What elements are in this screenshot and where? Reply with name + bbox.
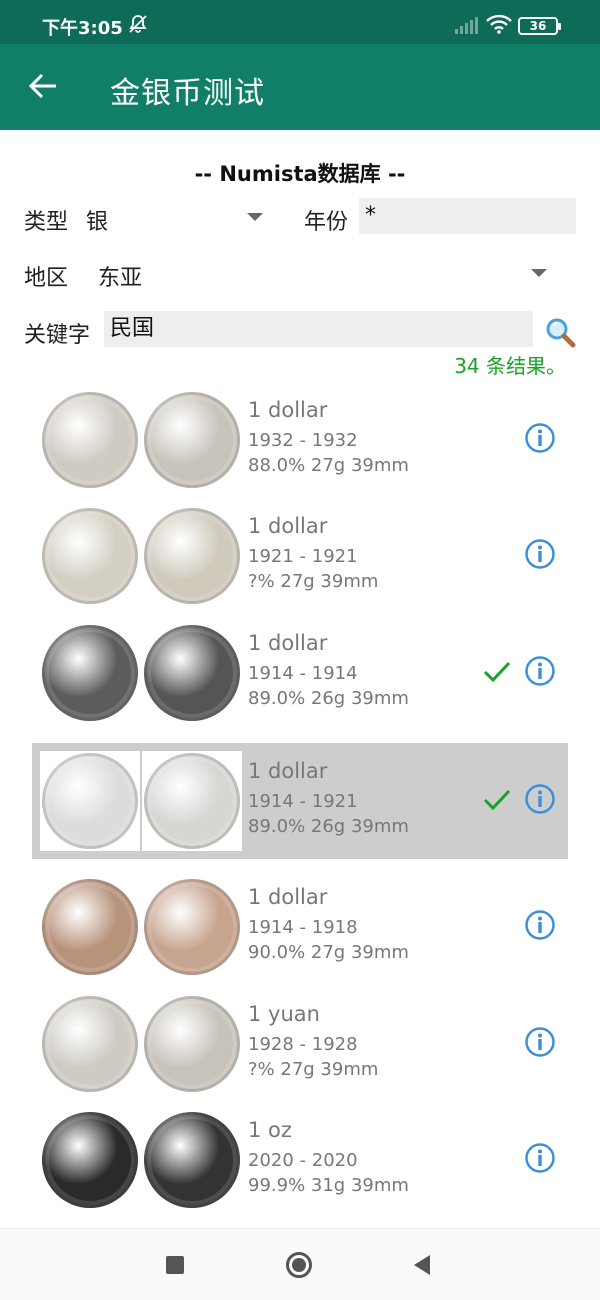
year-input[interactable]: * — [359, 198, 576, 234]
year-label: 年份 — [304, 210, 349, 235]
coin-obverse-image — [40, 877, 140, 977]
region-label: 地区 — [24, 266, 69, 291]
coin-specs: 90.0% 27g 39mm — [248, 942, 409, 963]
coin-reverse-image — [142, 1110, 242, 1210]
region-dropdown-icon[interactable] — [531, 269, 547, 277]
coin-specs: 88.0% 27g 39mm — [248, 455, 409, 476]
coin-specs: ?% 27g 39mm — [248, 571, 379, 592]
type-label: 类型 — [24, 210, 69, 235]
info-icon[interactable] — [524, 909, 556, 941]
coin-denomination: 1 dollar — [248, 885, 328, 909]
wifi-icon — [486, 14, 512, 34]
coin-denomination: 1 dollar — [248, 398, 328, 422]
info-icon[interactable] — [524, 655, 556, 687]
search-icon[interactable] — [544, 316, 576, 348]
coin-denomination: 1 dollar — [248, 631, 328, 655]
coin-specs: 89.0% 26g 39mm — [248, 816, 409, 837]
database-title: -- Numista数据库 -- — [194, 162, 406, 186]
back-arrow-icon[interactable] — [24, 66, 64, 106]
coin-row[interactable]: 1 dollar 1932 - 1932 88.0% 27g 39mm — [32, 382, 568, 498]
keyword-label: 关键字 — [24, 323, 91, 348]
owned-check-icon — [483, 789, 511, 811]
coin-row[interactable]: 1 dollar 1914 - 1914 89.0% 26g 39mm — [32, 615, 568, 731]
coin-denomination: 1 dollar — [248, 514, 328, 538]
coin-reverse-image — [142, 877, 242, 977]
coin-reverse-image — [142, 751, 242, 851]
coin-years: 1914 - 1918 — [248, 917, 358, 938]
info-icon[interactable] — [524, 422, 556, 454]
region-select-value[interactable]: 东亚 — [98, 260, 142, 292]
coin-specs: ?% 27g 39mm — [248, 1059, 379, 1080]
coin-row[interactable]: 1 dollar 1921 - 1921 ?% 27g 39mm — [32, 498, 568, 614]
coin-denomination: 1 dollar — [248, 759, 328, 783]
info-icon[interactable] — [524, 1142, 556, 1174]
status-time: 下午3:05 — [42, 18, 123, 39]
coin-denomination: 1 yuan — [248, 1002, 320, 1026]
coin-years: 1932 - 1932 — [248, 430, 358, 451]
coin-years: 2020 - 2020 — [248, 1150, 358, 1171]
type-dropdown-icon[interactable] — [247, 213, 263, 221]
battery-icon: 36 — [518, 17, 561, 35]
coin-years: 1921 - 1921 — [248, 546, 358, 567]
coin-row-selected[interactable]: 1 dollar 1914 - 1921 89.0% 26g 39mm — [32, 743, 568, 859]
recent-apps-button[interactable] — [166, 1256, 184, 1274]
coin-reverse-image — [142, 623, 242, 723]
coin-specs: 99.9% 31g 39mm — [248, 1175, 409, 1196]
type-select-value[interactable]: 银 — [86, 204, 108, 236]
coin-obverse-image — [40, 390, 140, 490]
page-title: 金银币测试 — [110, 76, 265, 111]
system-back-button[interactable] — [414, 1255, 430, 1275]
coin-years: 1914 - 1921 — [248, 791, 358, 812]
coin-obverse-image — [40, 994, 140, 1094]
coin-reverse-image — [142, 506, 242, 606]
coin-obverse-image — [40, 1110, 140, 1210]
coin-reverse-image — [142, 390, 242, 490]
coin-specs: 89.0% 26g 39mm — [248, 688, 409, 709]
status-bar: 下午3:05 36 — [0, 0, 600, 44]
info-icon[interactable] — [524, 1026, 556, 1058]
system-nav-bar — [0, 1228, 600, 1300]
coin-obverse-image — [40, 623, 140, 723]
coin-obverse-image — [40, 506, 140, 606]
coin-row[interactable]: 1 dollar 1914 - 1918 90.0% 27g 39mm — [32, 869, 568, 985]
mute-alarm-icon — [129, 15, 147, 33]
info-icon[interactable] — [524, 538, 556, 570]
keyword-input[interactable]: 民国 — [104, 311, 533, 347]
signal-icon — [455, 17, 478, 34]
info-icon[interactable] — [524, 783, 556, 815]
coin-reverse-image — [142, 994, 242, 1094]
coin-denomination: 1 oz — [248, 1118, 292, 1142]
coin-row[interactable]: 1 oz 2020 - 2020 99.9% 31g 39mm — [32, 1102, 568, 1218]
coin-years: 1928 - 1928 — [248, 1034, 358, 1055]
app-bar: 金银币测试 — [0, 44, 600, 130]
coin-years: 1914 - 1914 — [248, 663, 358, 684]
result-count: 34 条结果。 — [454, 354, 566, 378]
owned-check-icon — [483, 661, 511, 683]
coin-obverse-image — [40, 751, 140, 851]
coin-row[interactable]: 1 yuan 1928 - 1928 ?% 27g 39mm — [32, 986, 568, 1102]
home-button[interactable] — [286, 1252, 312, 1278]
